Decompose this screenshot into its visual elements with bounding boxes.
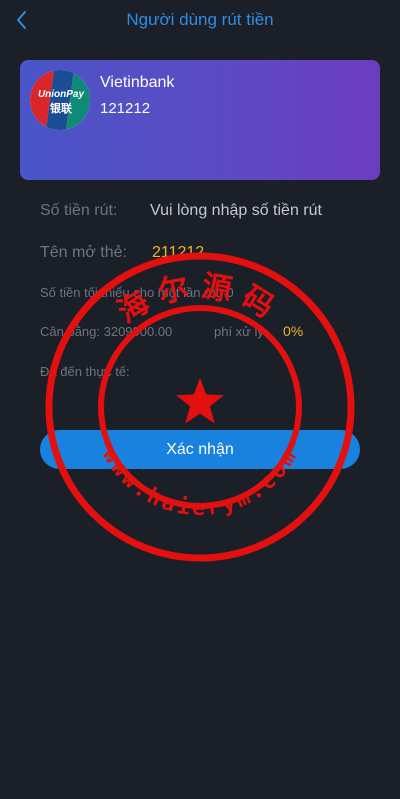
confirm-button[interactable]: Xác nhận: [40, 430, 360, 469]
bank-name: Vietinbank: [100, 74, 175, 91]
svg-text:银联: 银联: [50, 101, 72, 115]
page-title: Người dùng rút tiền: [126, 10, 274, 29]
fee-label: phí xử lý:: [214, 324, 268, 339]
amount-label: Số tiền rút:: [40, 202, 118, 219]
unionpay-logo: UnionPay 银联: [30, 70, 90, 130]
svg-text:UnionPay: UnionPay: [38, 89, 85, 100]
fee-value: 0%: [283, 323, 304, 339]
account-number: 121212: [100, 100, 151, 117]
holder-label: Tên mở thẻ:: [40, 244, 127, 261]
bank-card: UnionPay 银联 Vietinbank 121212: [20, 60, 380, 180]
star-icon: [176, 378, 224, 424]
min-withdraw-text: Số tiền tối thiểu cho một lần rút: 0: [40, 285, 234, 300]
header: Người dùng rút tiền: [0, 0, 400, 40]
actual-received-label: Đã đến thực tế:: [40, 364, 130, 379]
balance-text: Cân bằng: 3209900.00: [40, 324, 173, 339]
holder-value: 211212: [152, 244, 205, 261]
withdraw-page: Người dùng rút tiền UnionPay 银联 Vietinba…: [0, 0, 400, 799]
amount-input[interactable]: [150, 198, 370, 224]
